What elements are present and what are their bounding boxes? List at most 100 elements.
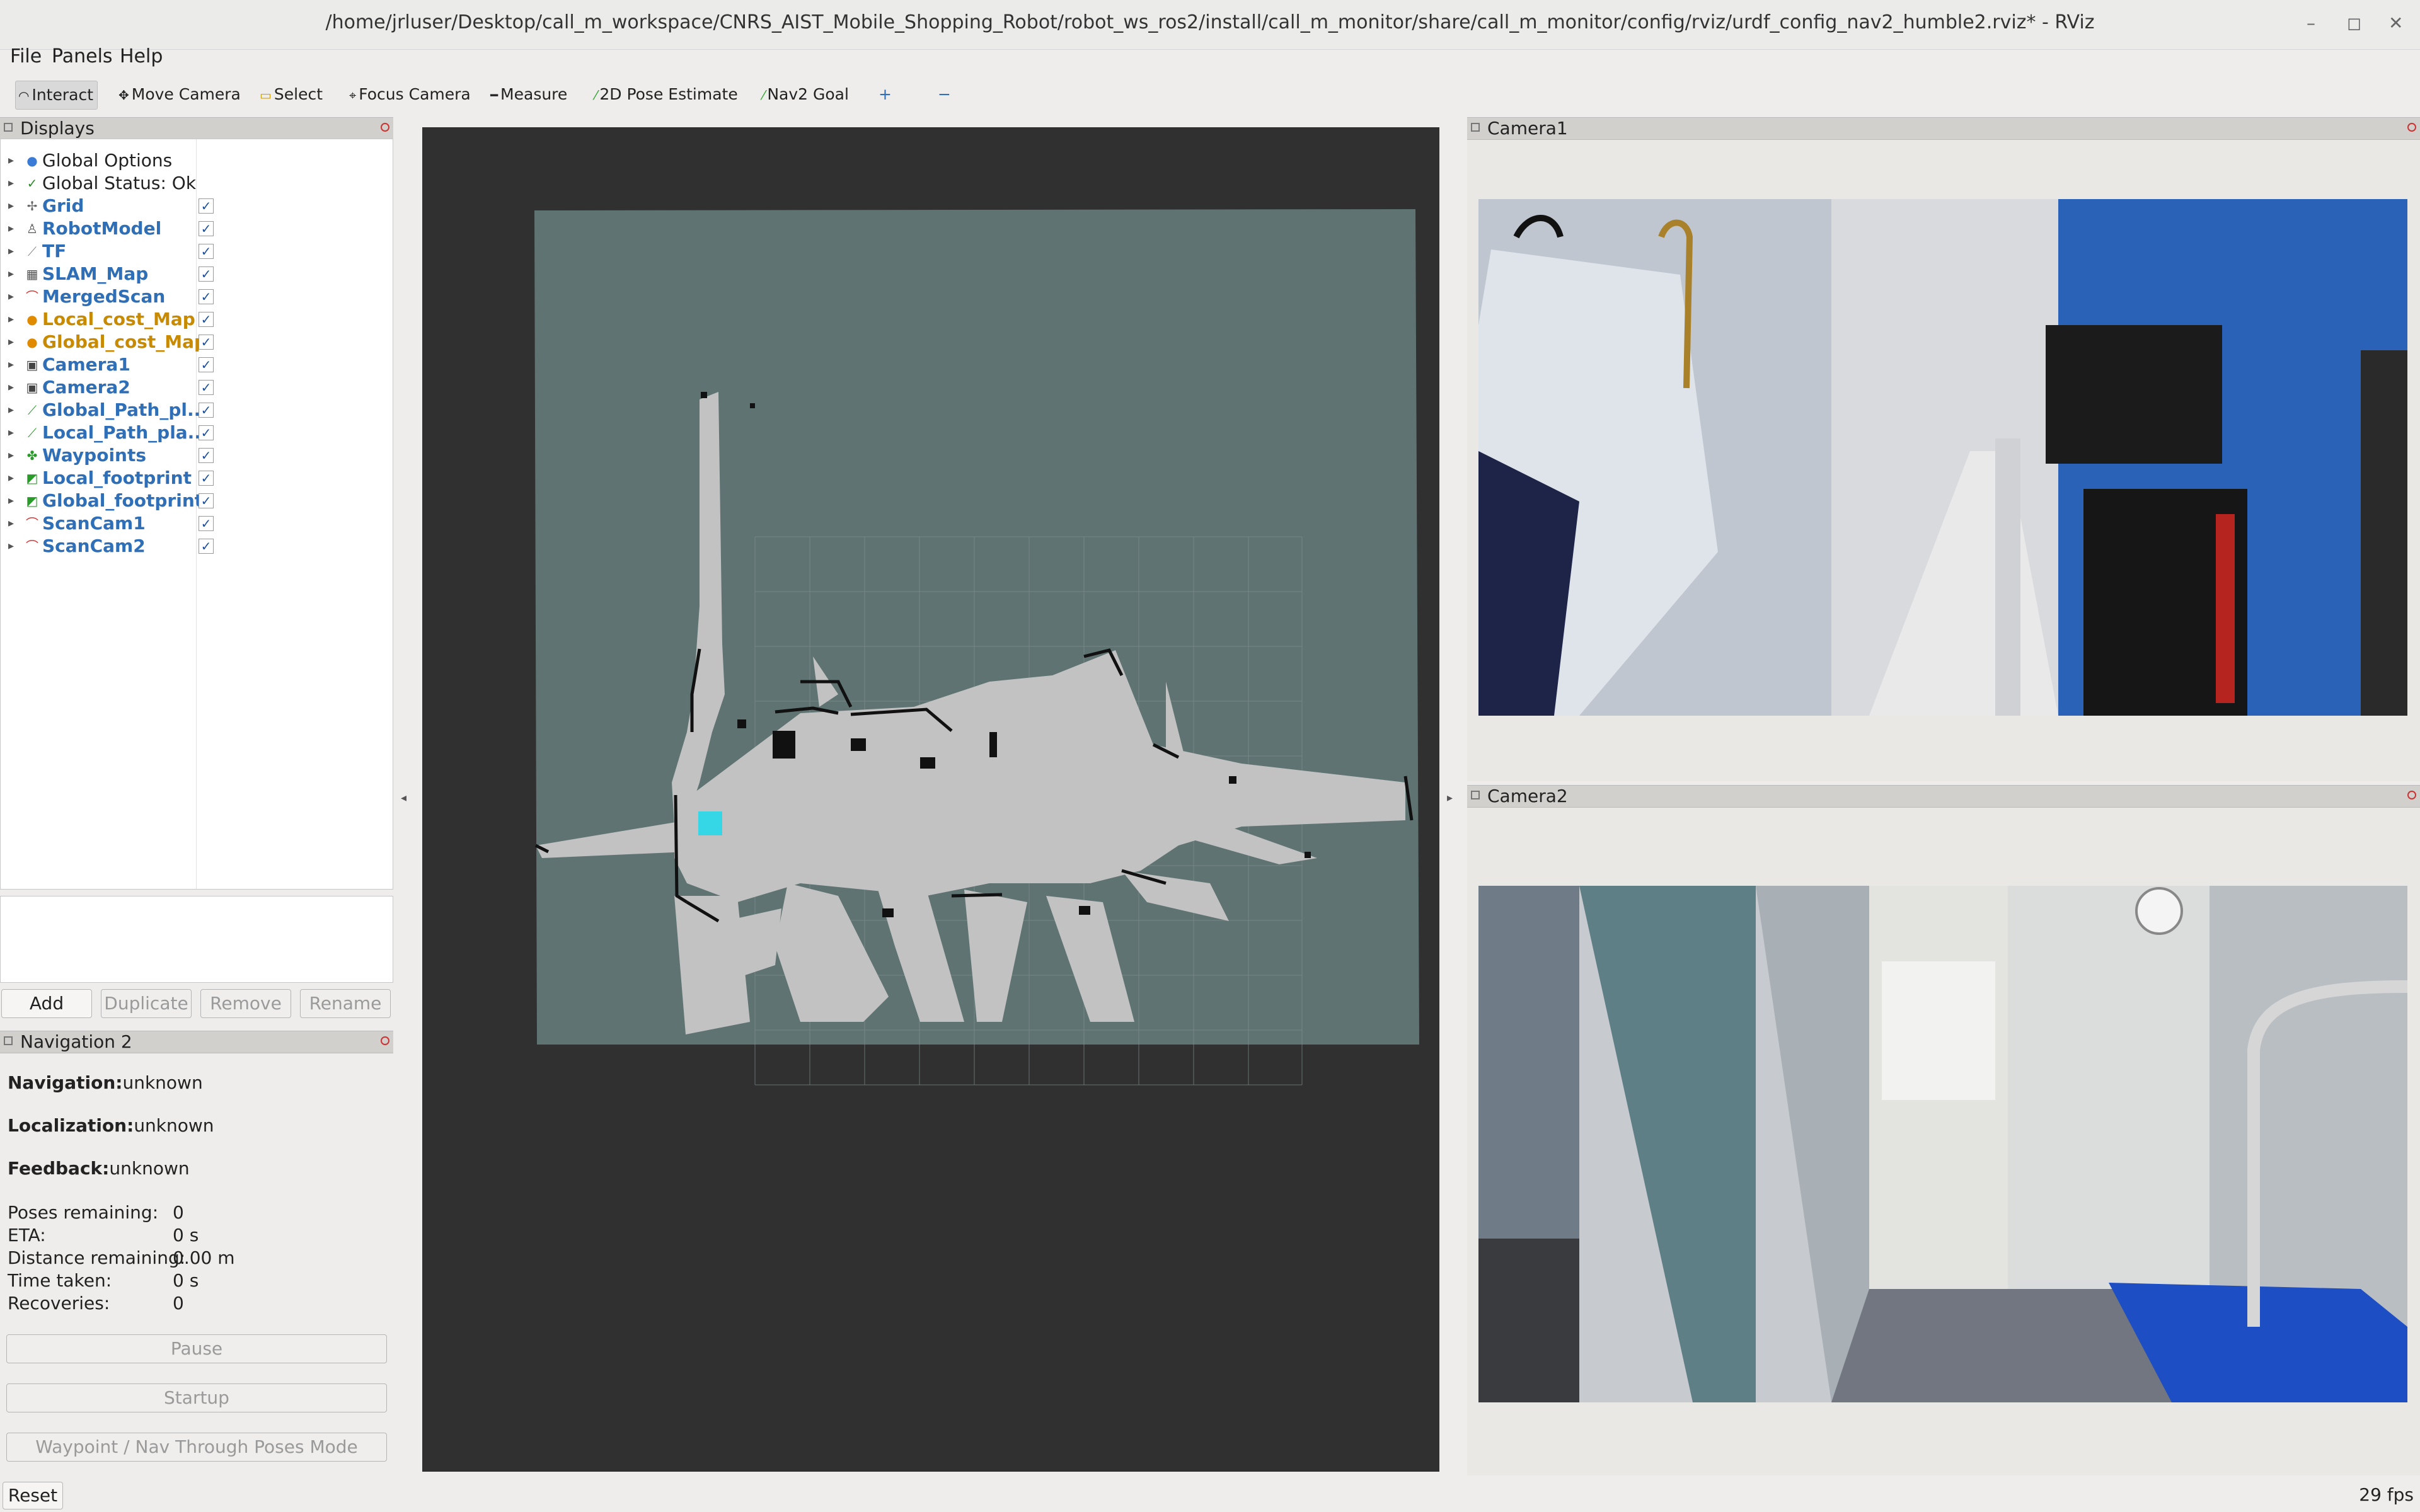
expand-arrow-icon[interactable]: ▸ <box>8 376 14 399</box>
eta-label: ETA: <box>8 1225 46 1246</box>
expand-arrow-icon[interactable]: ▸ <box>8 353 14 376</box>
display-item[interactable]: ▸ ⟋ Local_Path_pla... ✓ <box>1 421 391 444</box>
expand-arrow-icon[interactable]: ▸ <box>8 399 14 421</box>
display-item-label: Waypoints <box>42 445 147 466</box>
enable-checkbox[interactable]: ✓ <box>199 335 214 350</box>
dock-icon[interactable] <box>4 1036 13 1045</box>
expand-arrow-icon[interactable]: ▸ <box>8 308 14 331</box>
interact-tool[interactable]: ◠ Interact <box>15 81 98 110</box>
enable-checkbox[interactable]: ✓ <box>199 244 214 259</box>
enable-checkbox[interactable]: ✓ <box>199 493 214 508</box>
close-window-button[interactable]: ✕ <box>2388 13 2403 33</box>
display-item-label: Local_Path_pla... <box>42 422 208 443</box>
expand-arrow-icon[interactable]: ▸ <box>8 172 14 195</box>
display-item[interactable]: ▸ ⌒ ScanCam2 ✓ <box>1 535 391 558</box>
move-camera-tool[interactable]: ✥ Move Camera <box>116 81 245 108</box>
expand-arrow-icon[interactable]: ▸ <box>8 490 14 512</box>
3d-viewport[interactable] <box>422 127 1439 1472</box>
display-item[interactable]: ▸ ✓ Global Status: Ok <box>1 172 391 195</box>
display-item[interactable]: ▸ ◩ Global_footprint ✓ <box>1 490 391 512</box>
enable-checkbox[interactable]: ✓ <box>199 198 214 214</box>
display-item[interactable]: ▸ ⌒ ScanCam1 ✓ <box>1 512 391 535</box>
display-item[interactable]: ▸ ● Global Options <box>1 149 391 172</box>
collapse-right-icon[interactable]: ▸ <box>1447 791 1453 805</box>
maximize-button[interactable]: ◻ <box>2347 13 2361 33</box>
enable-checkbox[interactable]: ✓ <box>199 448 214 463</box>
reset-button[interactable]: Reset <box>3 1482 63 1509</box>
select-tool[interactable]: ▭ Select <box>257 81 326 108</box>
dock-icon[interactable] <box>1471 123 1480 132</box>
remove-display-button[interactable]: Remove <box>200 989 291 1018</box>
add-display-button[interactable]: Add <box>1 989 92 1018</box>
enable-checkbox[interactable]: ✓ <box>199 289 214 304</box>
close-panel-icon[interactable] <box>2407 123 2416 132</box>
expand-arrow-icon[interactable]: ▸ <box>8 331 14 353</box>
display-item[interactable]: ▸ ● Local_cost_Map ✓ <box>1 308 391 331</box>
duplicate-display-button[interactable]: Duplicate <box>101 989 192 1018</box>
close-panel-icon[interactable] <box>381 1036 389 1045</box>
expand-arrow-icon[interactable]: ▸ <box>8 217 14 240</box>
camera-icon: ▣ <box>26 380 38 395</box>
rename-display-button[interactable]: Rename <box>300 989 391 1018</box>
add-tool-button[interactable]: + <box>876 81 896 108</box>
menu-panels[interactable]: Panels <box>52 45 113 67</box>
display-item[interactable]: ▸ ▦ SLAM_Map ✓ <box>1 263 391 285</box>
enable-checkbox[interactable]: ✓ <box>199 539 214 554</box>
expand-arrow-icon[interactable]: ▸ <box>8 149 14 172</box>
measure-tool[interactable]: ━ Measure <box>488 81 571 108</box>
nav2-goal-tool[interactable]: ⁄ Nav2 Goal <box>760 81 853 108</box>
menu-file[interactable]: File <box>10 45 42 67</box>
pause-button[interactable]: Pause <box>6 1334 387 1363</box>
display-item[interactable]: ▸ ⟋ Global_Path_pl... ✓ <box>1 399 391 421</box>
enable-checkbox[interactable]: ✓ <box>199 425 214 440</box>
display-item-label: TF <box>42 241 67 261</box>
camera1-image <box>1478 199 2407 716</box>
expand-arrow-icon[interactable]: ▸ <box>8 467 14 490</box>
close-panel-icon[interactable] <box>381 123 389 132</box>
enable-checkbox[interactable]: ✓ <box>199 380 214 395</box>
camera1-header: Camera1 <box>1467 117 2420 140</box>
check-icon: ✓ <box>26 176 38 191</box>
enable-checkbox[interactable]: ✓ <box>199 266 214 282</box>
path-icon: ⟋ <box>28 425 37 440</box>
dock-icon[interactable] <box>1471 791 1480 799</box>
display-item[interactable]: ▸ ⌒ MergedScan ✓ <box>1 285 391 308</box>
display-item[interactable]: ▸ ✤ Waypoints ✓ <box>1 444 391 467</box>
expand-arrow-icon[interactable]: ▸ <box>8 263 14 285</box>
time-taken-label: Time taken: <box>8 1270 112 1291</box>
enable-checkbox[interactable]: ✓ <box>199 403 214 418</box>
expand-arrow-icon[interactable]: ▸ <box>8 535 14 558</box>
remove-tool-button[interactable]: − <box>935 81 955 108</box>
dock-icon[interactable] <box>4 123 13 132</box>
menu-help[interactable]: Help <box>120 45 163 67</box>
close-panel-icon[interactable] <box>2407 791 2416 799</box>
expand-arrow-icon[interactable]: ▸ <box>8 444 14 467</box>
enable-checkbox[interactable]: ✓ <box>199 312 214 327</box>
display-item[interactable]: ▸ ● Global_cost_Map ✓ <box>1 331 391 353</box>
display-item[interactable]: ▸ ▣ Camera2 ✓ <box>1 376 391 399</box>
nav-mode-button[interactable]: Waypoint / Nav Through Poses Mode <box>6 1433 387 1462</box>
focus-camera-tool[interactable]: ⌖ Focus Camera <box>347 81 475 108</box>
enable-checkbox[interactable]: ✓ <box>199 471 214 486</box>
startup-button[interactable]: Startup <box>6 1383 387 1412</box>
expand-arrow-icon[interactable]: ▸ <box>8 195 14 217</box>
display-item[interactable]: ▸ ✢ Grid ✓ <box>1 195 391 217</box>
expand-arrow-icon[interactable]: ▸ <box>8 421 14 444</box>
polygon-icon: ◩ <box>26 471 38 486</box>
enable-checkbox[interactable]: ✓ <box>199 516 214 531</box>
enable-checkbox[interactable]: ✓ <box>199 357 214 372</box>
collapse-left-icon[interactable]: ◂ <box>401 791 406 805</box>
displays-tree[interactable]: ▸ ● Global Options ▸ ✓ Global Status: Ok ▸ ✢ Gri… <box>0 139 393 890</box>
expand-arrow-icon[interactable]: ▸ <box>8 512 14 535</box>
expand-arrow-icon[interactable]: ▸ <box>8 240 14 263</box>
title-bar: /home/jrluser/Desktop/call_m_workspace/C… <box>0 0 2420 50</box>
minimize-button[interactable]: – <box>2307 13 2315 33</box>
display-item[interactable]: ▸ ♙ RobotModel ✓ <box>1 217 391 240</box>
enable-checkbox[interactable]: ✓ <box>199 221 214 236</box>
display-item[interactable]: ▸ ▣ Camera1 ✓ <box>1 353 391 376</box>
display-item[interactable]: ▸ ◩ Local_footprint ✓ <box>1 467 391 490</box>
pose-estimate-tool[interactable]: ⁄ 2D Pose Estimate <box>592 81 742 108</box>
display-item[interactable]: ▸ ⟋ TF ✓ <box>1 240 391 263</box>
expand-arrow-icon[interactable]: ▸ <box>8 285 14 308</box>
fps-counter: 29 fps <box>2359 1484 2414 1505</box>
